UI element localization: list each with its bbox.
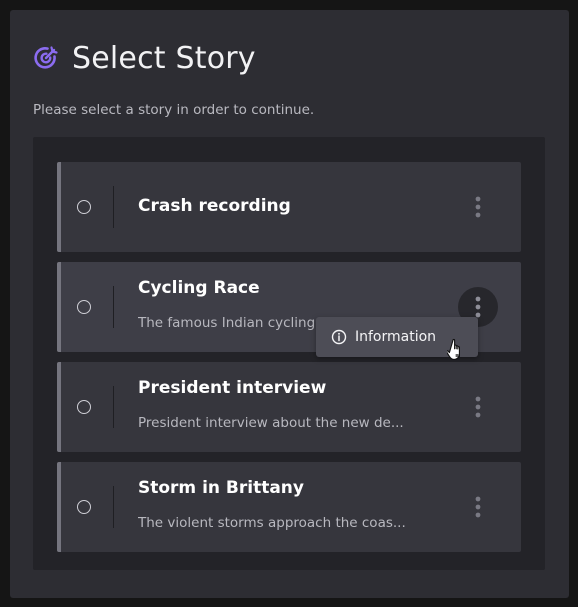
dialog-title: Select Story (72, 40, 256, 76)
story-description: The violent storms approach the coas... (138, 515, 406, 531)
kebab-icon (475, 196, 481, 218)
kebab-icon (475, 296, 481, 318)
story-card[interactable]: Crash recording (57, 162, 521, 252)
more-options-button[interactable] (458, 487, 498, 527)
story-radio[interactable] (77, 500, 91, 514)
story-card[interactable]: Storm in Brittany The violent storms app… (57, 462, 521, 552)
card-divider (113, 486, 114, 528)
more-options-button[interactable] (458, 187, 498, 227)
story-title: Storm in Brittany (138, 478, 304, 498)
story-title: Cycling Race (138, 278, 260, 298)
story-radio[interactable] (77, 300, 91, 314)
dialog-subtitle: Please select a story in order to contin… (33, 102, 315, 118)
select-story-dialog: Select Story Please select a story in or… (10, 10, 569, 598)
story-radio[interactable] (77, 400, 91, 414)
card-divider (113, 286, 114, 328)
story-target-icon (34, 46, 58, 69)
info-icon (331, 329, 347, 345)
story-title: President interview (138, 378, 327, 398)
hand-cursor-icon (447, 338, 460, 360)
information-menu-item[interactable]: Information (355, 329, 436, 345)
kebab-icon (475, 396, 481, 418)
dialog-header: Select Story (32, 38, 256, 78)
more-options-button[interactable] (458, 387, 498, 427)
story-radio[interactable] (77, 200, 91, 214)
card-divider (113, 186, 114, 228)
story-card[interactable]: President interview President interview … (57, 362, 521, 452)
story-description: President interview about the new de... (138, 415, 404, 431)
card-divider (113, 386, 114, 428)
story-title: Crash recording (138, 196, 291, 216)
kebab-icon (475, 496, 481, 518)
